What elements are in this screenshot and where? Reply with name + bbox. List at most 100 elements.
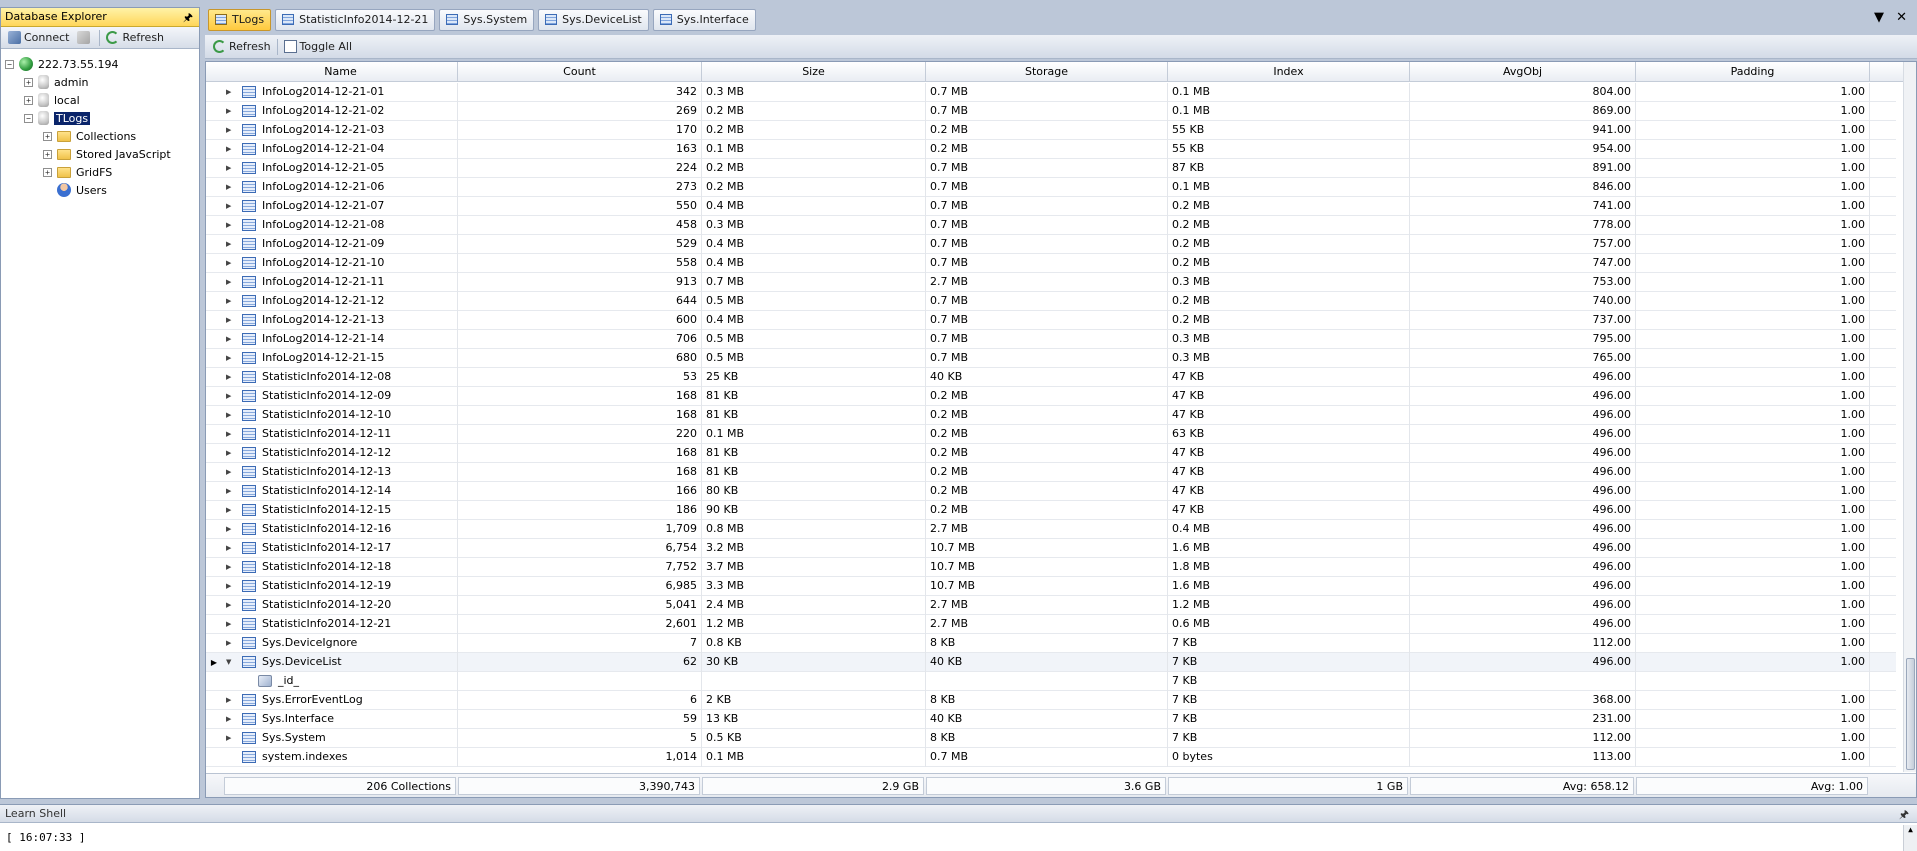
expand-icon[interactable]: +	[43, 149, 52, 159]
expand-row-icon[interactable]: ▶	[226, 83, 236, 102]
table-row[interactable]: ▶ InfoLog2014-12-21-08 458 0.3 MB 0.7 MB 0.2 …	[206, 216, 1896, 235]
table-row[interactable]: ▶ InfoLog2014-12-21-15 680 0.5 MB 0.7 MB 0.3 …	[206, 349, 1896, 368]
expand-row-icon[interactable]: ▶	[226, 634, 236, 653]
collapse-icon[interactable]: −	[24, 113, 33, 123]
collapse-icon[interactable]: −	[5, 59, 14, 69]
table-row[interactable]: ▶ Sys.System 5 0.5 KB 8 KB 7 KB 112.00 1.00	[206, 729, 1896, 748]
table-row[interactable]: ▶ StatisticInfo2014-12-20 5,041 2.4 MB 2.7 M…	[206, 596, 1896, 615]
table-row[interactable]: ▶ InfoLog2014-12-21-02 269 0.2 MB 0.7 MB 0.1 …	[206, 102, 1896, 121]
table-row[interactable]: ▶ ▼ Sys.DeviceList 62 30 KB 40 KB 7 KB 496.00 1.…	[206, 653, 1896, 672]
collapse-row-icon[interactable]: ▼	[226, 653, 236, 672]
vertical-scrollbar[interactable]	[1903, 62, 1916, 772]
table-row[interactable]: ▶ InfoLog2014-12-21-12 644 0.5 MB 0.7 MB 0.2 …	[206, 292, 1896, 311]
table-row[interactable]: ▶ InfoLog2014-12-21-03 170 0.2 MB 0.2 MB 55 K…	[206, 121, 1896, 140]
expand-icon[interactable]: +	[43, 131, 52, 141]
table-row[interactable]: system.indexes 1,014 0.1 MB 0.7 MB 0 bytes 11…	[206, 748, 1896, 767]
expand-row-icon[interactable]: ▶	[226, 121, 236, 140]
expand-row-icon[interactable]: ▶	[226, 349, 236, 368]
table-row[interactable]: ▶ Sys.ErrorEventLog 6 2 KB 8 KB 7 KB 368.00 1.0…	[206, 691, 1896, 710]
column-header-avgobj[interactable]: AvgObj	[1410, 62, 1636, 82]
tab-sys-devicelist[interactable]: Sys.DeviceList	[538, 8, 649, 31]
table-row[interactable]: ▶ StatisticInfo2014-12-16 1,709 0.8 MB 2.7 M…	[206, 520, 1896, 539]
tree-node-gridfs[interactable]: + GridFS	[5, 163, 199, 181]
tab-sys-system[interactable]: Sys.System	[439, 8, 535, 31]
tree-node-local[interactable]: + local	[5, 91, 199, 109]
tree-node-admin[interactable]: + admin	[5, 73, 199, 91]
table-row[interactable]: ▶ StatisticInfo2014-12-18 7,752 3.7 MB 10.7 …	[206, 558, 1896, 577]
expand-row-icon[interactable]: ▶	[226, 197, 236, 216]
expand-row-icon[interactable]: ▶	[226, 539, 236, 558]
expand-row-icon[interactable]: ▶	[226, 425, 236, 444]
expand-row-icon[interactable]: ▶	[226, 254, 236, 273]
table-row[interactable]: ▶ StatisticInfo2014-12-13 168 81 KB 0.2 MB 47…	[206, 463, 1896, 482]
expand-row-icon[interactable]: ▶	[226, 330, 236, 349]
expand-row-icon[interactable]: ▶	[226, 558, 236, 577]
expand-row-icon[interactable]: ▶	[226, 615, 236, 634]
table-row[interactable]: ▶ StatisticInfo2014-12-17 6,754 3.2 MB 10.7 …	[206, 539, 1896, 558]
expand-icon[interactable]: +	[24, 95, 33, 105]
table-row[interactable]: ▶ StatisticInfo2014-12-21 2,601 1.2 MB 2.7 M…	[206, 615, 1896, 634]
table-row[interactable]: ▶ StatisticInfo2014-12-15 186 90 KB 0.2 MB 47…	[206, 501, 1896, 520]
table-row[interactable]: ▶ InfoLog2014-12-21-14 706 0.5 MB 0.7 MB 0.3 …	[206, 330, 1896, 349]
table-row[interactable]: ▶ StatisticInfo2014-12-14 166 80 KB 0.2 MB 47…	[206, 482, 1896, 501]
toggle-all-button[interactable]: Toggle All	[280, 38, 357, 56]
column-header-storage[interactable]: Storage	[926, 62, 1168, 82]
expand-icon[interactable]: +	[43, 167, 52, 177]
expand-row-icon[interactable]: ▶	[226, 102, 236, 121]
disconnect-button[interactable]	[73, 29, 97, 47]
table-row[interactable]: ▶ StatisticInfo2014-12-12 168 81 KB 0.2 MB 47…	[206, 444, 1896, 463]
tree-node-users[interactable]: Users	[5, 181, 199, 199]
expand-row-icon[interactable]: ▶	[226, 520, 236, 539]
expand-row-icon[interactable]: ▶	[226, 710, 236, 729]
table-row[interactable]: ▶ InfoLog2014-12-21-06 273 0.2 MB 0.7 MB 0.1 …	[206, 178, 1896, 197]
grid-refresh-button[interactable]: Refresh	[209, 38, 275, 56]
expand-row-icon[interactable]: ▶	[226, 444, 236, 463]
index-row[interactable]: _id_ 7 KB	[206, 672, 1896, 691]
tab-tlogs[interactable]: TLogs	[208, 8, 272, 31]
expand-row-icon[interactable]: ▶	[226, 140, 236, 159]
expand-row-icon[interactable]: ▶	[226, 292, 236, 311]
expand-row-icon[interactable]: ▶	[226, 387, 236, 406]
expand-row-icon[interactable]: ▶	[226, 178, 236, 197]
tab-statisticinfo2014-12-21[interactable]: StatisticInfo2014-12-21	[275, 8, 436, 31]
table-row[interactable]: ▶ StatisticInfo2014-12-08 53 25 KB 40 KB 47 K…	[206, 368, 1896, 387]
table-row[interactable]: ▶ StatisticInfo2014-12-09 168 81 KB 0.2 MB 47…	[206, 387, 1896, 406]
explorer-refresh-button[interactable]: Refresh	[102, 29, 168, 47]
column-header-padding[interactable]: Padding	[1636, 62, 1870, 82]
scrollbar-thumb[interactable]	[1906, 658, 1915, 770]
tree-node-tlogs[interactable]: − TLogs	[5, 109, 199, 127]
tree-node-stored-javascript[interactable]: + Stored JavaScript	[5, 145, 199, 163]
expand-row-icon[interactable]: ▶	[226, 482, 236, 501]
table-row[interactable]: ▶ InfoLog2014-12-21-04 163 0.1 MB 0.2 MB 55 K…	[206, 140, 1896, 159]
expand-row-icon[interactable]: ▶	[226, 463, 236, 482]
column-header-count[interactable]: Count	[458, 62, 702, 82]
table-row[interactable]: ▶ StatisticInfo2014-12-10 168 81 KB 0.2 MB 47…	[206, 406, 1896, 425]
expand-row-icon[interactable]: ▶	[226, 406, 236, 425]
expand-row-icon[interactable]: ▶	[226, 368, 236, 387]
column-header-index[interactable]: Index	[1168, 62, 1410, 82]
column-header-name[interactable]: Name	[224, 62, 458, 82]
expand-row-icon[interactable]: ▶	[226, 159, 236, 178]
connect-button[interactable]: Connect	[4, 29, 73, 47]
expand-row-icon[interactable]: ▶	[226, 691, 236, 710]
shell-output[interactable]: [ 16:07:33 ] ▲	[0, 822, 1917, 851]
table-row[interactable]: ▶ Sys.Interface 59 13 KB 40 KB 7 KB 231.00 1.00	[206, 710, 1896, 729]
expand-row-icon[interactable]: ▶	[226, 235, 236, 254]
expand-icon[interactable]: +	[24, 77, 33, 87]
shell-scroll-up-icon[interactable]: ▲	[1903, 825, 1917, 851]
table-row[interactable]: ▶ Sys.DeviceIgnore 7 0.8 KB 8 KB 7 KB 112.00 1.…	[206, 634, 1896, 653]
expand-row-icon[interactable]: ▶	[226, 596, 236, 615]
tree-node-collections[interactable]: + Collections	[5, 127, 199, 145]
table-row[interactable]: ▶ InfoLog2014-12-21-01 342 0.3 MB 0.7 MB 0.1 …	[206, 83, 1896, 102]
tree-node-222-73-55-194[interactable]: − 222.73.55.194	[5, 55, 199, 73]
table-row[interactable]: ▶ InfoLog2014-12-21-11 913 0.7 MB 2.7 MB 0.3 …	[206, 273, 1896, 292]
expand-row-icon[interactable]: ▶	[226, 501, 236, 520]
table-row[interactable]: ▶ InfoLog2014-12-21-09 529 0.4 MB 0.7 MB 0.2 …	[206, 235, 1896, 254]
table-row[interactable]: ▶ StatisticInfo2014-12-19 6,985 3.3 MB 10.7 …	[206, 577, 1896, 596]
expand-row-icon[interactable]: ▶	[226, 729, 236, 748]
table-row[interactable]: ▶ InfoLog2014-12-21-07 550 0.4 MB 0.7 MB 0.2 …	[206, 197, 1896, 216]
expand-row-icon[interactable]: ▶	[226, 273, 236, 292]
column-header-size[interactable]: Size	[702, 62, 926, 82]
table-row[interactable]: ▶ InfoLog2014-12-21-13 600 0.4 MB 0.7 MB 0.2 …	[206, 311, 1896, 330]
expand-row-icon[interactable]: ▶	[226, 577, 236, 596]
